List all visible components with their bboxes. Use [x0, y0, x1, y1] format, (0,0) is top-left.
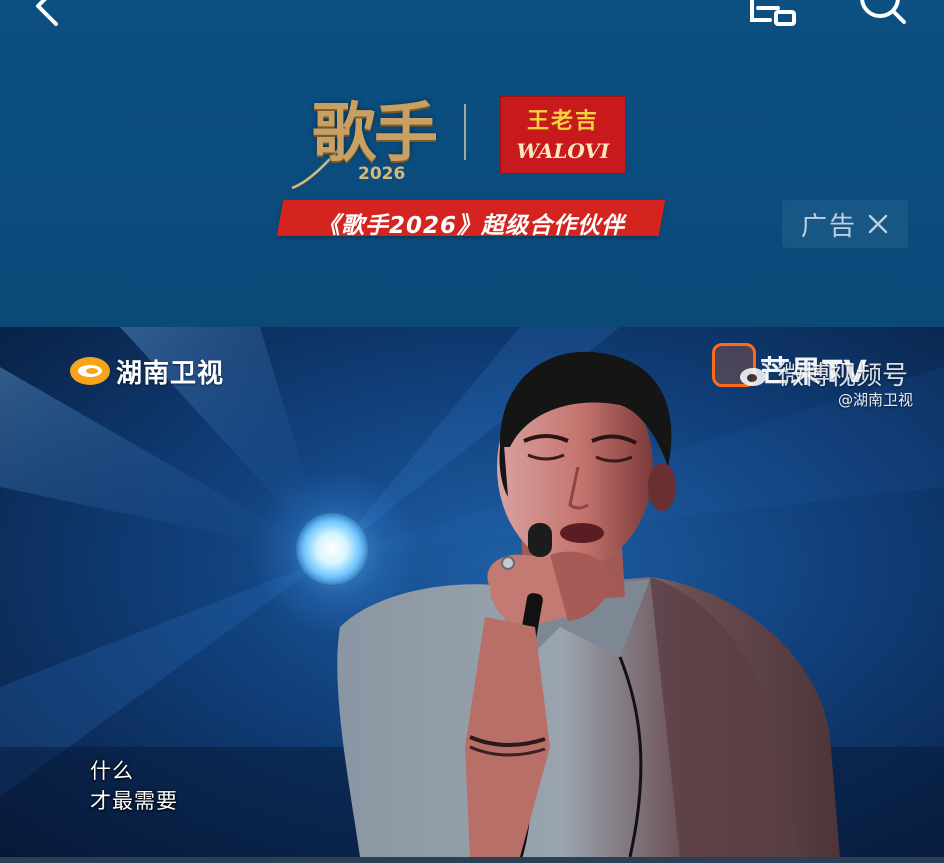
- bottom-strip: [0, 857, 944, 863]
- partner-banner-text: 《歌手2026》超级合作伙伴: [316, 213, 625, 239]
- video-player[interactable]: 湖南卫视 芒果TV 微博视频号 @湖南卫视 什么 才最需要: [0, 327, 944, 857]
- close-icon: [868, 214, 888, 234]
- subtitle-line-2: 才最需要: [90, 789, 178, 813]
- weibo-label: 微博视频号: [778, 361, 909, 391]
- cast-screen-icon: [750, 0, 796, 26]
- sponsor-name-latin: WALOVI: [516, 139, 610, 163]
- search-icon: [860, 0, 906, 24]
- show-logo: 歌手 2026: [288, 82, 448, 192]
- sponsor-ad-banner[interactable]: 歌手 2026 王老吉 WALOVI 《歌手2026》超级合作伙伴: [276, 78, 666, 240]
- weibo-handle: @湖南卫视: [838, 391, 914, 409]
- show-logo-main: 歌手: [312, 96, 438, 171]
- channel-name: 湖南卫视: [116, 358, 225, 389]
- ad-label: 广告: [800, 211, 857, 242]
- hunan-tv-logo-icon: [70, 357, 110, 385]
- channel-logo: 湖南卫视: [68, 351, 224, 391]
- chevron-left-icon: [36, 0, 58, 26]
- singer-image: [337, 351, 840, 857]
- video-page: 歌手 2026 王老吉 WALOVI 《歌手2026》超级合作伙伴 广告 湖南卫…: [0, 0, 944, 863]
- show-logo-year: 2026: [358, 164, 406, 184]
- weibo-icon: [740, 362, 771, 386]
- search-button[interactable]: [856, 0, 908, 28]
- back-button[interactable]: [24, 0, 68, 30]
- ad-close-button[interactable]: 广告: [782, 200, 908, 248]
- subtitle-line-1: 什么: [90, 759, 134, 783]
- cast-button[interactable]: [748, 0, 800, 28]
- sponsor-logo: 王老吉 WALOVI: [500, 96, 626, 174]
- weibo-channel-tag: 微博视频号: [738, 355, 908, 392]
- logo-divider: [464, 104, 466, 160]
- sponsor-name: 王老吉: [526, 108, 599, 134]
- header-ad-area: 歌手 2026 王老吉 WALOVI 《歌手2026》超级合作伙伴 广告: [0, 0, 944, 327]
